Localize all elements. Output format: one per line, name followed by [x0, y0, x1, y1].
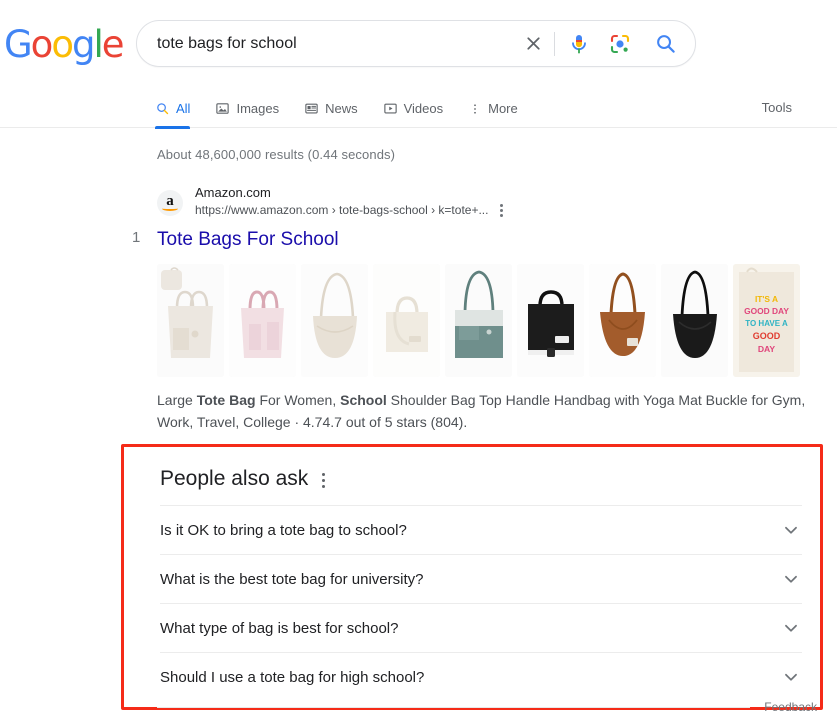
- snippet-part-bold: School: [340, 391, 387, 408]
- kebab-icon: [468, 102, 482, 116]
- result-rank-number: 1: [132, 229, 141, 246]
- paa-question-row[interactable]: Is it OK to bring a tote bag to school?: [160, 505, 802, 554]
- tab-more[interactable]: More: [468, 89, 518, 128]
- search-result-item: 1 a Amazon.com https://www.amazon.com › …: [132, 185, 837, 433]
- google-lens-icon[interactable]: [605, 29, 635, 59]
- svg-text:DAY: DAY: [758, 344, 776, 354]
- tab-news[interactable]: News: [304, 89, 358, 128]
- google-logo[interactable]: Google: [4, 23, 125, 66]
- result-site-meta: Amazon.com https://www.amazon.com › tote…: [195, 185, 505, 220]
- main-content: About 48,600,000 results (0.44 seconds) …: [0, 128, 837, 433]
- product-thumbnail[interactable]: [301, 263, 368, 377]
- search-nav-bar: All Images News Videos More Tools: [0, 89, 837, 129]
- result-options-kebab-icon[interactable]: [498, 201, 505, 220]
- svg-text:IT'S A: IT'S A: [755, 294, 778, 304]
- svg-text:GOOD: GOOD: [753, 331, 781, 341]
- video-icon: [383, 101, 398, 116]
- news-icon: [304, 101, 319, 116]
- svg-text:TO HAVE A: TO HAVE A: [745, 319, 788, 328]
- chevron-down-icon[interactable]: [780, 666, 802, 688]
- product-thumbnail[interactable]: [157, 263, 224, 377]
- product-thumbnail-graphic[interactable]: IT'S A GOOD DAY TO HAVE A GOOD DAY: [733, 263, 800, 377]
- search-icon[interactable]: [649, 28, 681, 60]
- result-url: https://www.amazon.com › tote-bags-schoo…: [195, 203, 489, 218]
- tab-more-label: More: [488, 101, 518, 116]
- people-also-ask-kebab-icon[interactable]: [322, 470, 326, 488]
- feedback-link[interactable]: Feedback: [764, 700, 817, 714]
- amazon-favicon: a: [157, 189, 183, 216]
- product-thumbnail[interactable]: [661, 263, 728, 377]
- result-site-row[interactable]: a Amazon.com https://www.amazon.com › to…: [157, 185, 837, 220]
- favicon-swoosh: [162, 206, 178, 211]
- result-title-link[interactable]: Tote Bags For School: [157, 228, 339, 253]
- paa-question-text: What type of bag is best for school?: [160, 619, 399, 637]
- paa-question-row[interactable]: What is the best tote bag for university…: [160, 554, 802, 603]
- logo-letter-2: o: [51, 23, 74, 66]
- people-also-ask-header: People also ask: [124, 447, 820, 505]
- product-thumbnail[interactable]: [589, 263, 656, 377]
- paa-question-row[interactable]: What type of bag is best for school?: [160, 603, 802, 652]
- product-thumbnail[interactable]: [229, 263, 296, 377]
- search-divider: [554, 31, 555, 56]
- image-icon: [215, 101, 230, 116]
- result-url-row: https://www.amazon.com › tote-bags-schoo…: [195, 201, 505, 220]
- tab-news-label: News: [325, 101, 358, 116]
- product-thumbnail[interactable]: [517, 263, 584, 377]
- people-also-ask-panel: People also ask Is it OK to bring a tote…: [121, 444, 823, 710]
- page-header: Google: [0, 0, 837, 90]
- logo-letter-0: G: [4, 23, 33, 66]
- result-stats: About 48,600,000 results (0.44 seconds): [157, 147, 396, 162]
- microphone-icon[interactable]: [565, 30, 593, 58]
- search-icon: [155, 101, 170, 116]
- logo-letter-4: l: [93, 23, 103, 66]
- paa-question-text: What is the best tote bag for university…: [160, 570, 424, 588]
- paa-question-text: Should I use a tote bag for high school?: [160, 668, 425, 686]
- chevron-down-icon[interactable]: [780, 617, 802, 639]
- logo-letter-5: e: [101, 23, 125, 66]
- search-bar[interactable]: [136, 20, 696, 67]
- logo-letter-1: o: [30, 23, 54, 66]
- paa-question-row[interactable]: Should I use a tote bag for high school?: [160, 652, 802, 701]
- tab-images-label: Images: [236, 101, 280, 116]
- nav-tabs: All Images News Videos More: [155, 89, 518, 129]
- tab-images[interactable]: Images: [215, 89, 279, 128]
- snippet-part: Large: [157, 391, 197, 408]
- logo-letter-3: g: [71, 23, 95, 66]
- feedback-divider: [157, 706, 751, 708]
- product-thumbnail[interactable]: [445, 263, 512, 377]
- search-input[interactable]: [137, 34, 518, 53]
- snippet-part-bold: Tote Bag: [196, 391, 256, 408]
- product-thumbnail[interactable]: [373, 263, 440, 377]
- tools-button[interactable]: Tools: [762, 100, 792, 115]
- chevron-down-icon[interactable]: [780, 519, 802, 541]
- snippet-part: For Women,: [255, 391, 341, 408]
- paa-question-text: Is it OK to bring a tote bag to school?: [160, 521, 407, 539]
- tab-all[interactable]: All: [155, 89, 191, 129]
- svg-text:GOOD DAY: GOOD DAY: [744, 306, 789, 316]
- people-also-ask-title: People also ask: [160, 467, 309, 490]
- feedback-row: Feedback: [157, 700, 817, 714]
- chevron-down-icon[interactable]: [780, 568, 802, 590]
- result-snippet: Large Tote Bag For Women, School Shoulde…: [157, 389, 829, 433]
- result-site-name: Amazon.com: [195, 185, 271, 200]
- close-icon[interactable]: [518, 29, 548, 59]
- tab-all-label: All: [176, 101, 191, 116]
- product-thumbnail-strip: IT'S A GOOD DAY TO HAVE A GOOD DAY: [157, 263, 837, 377]
- tab-videos[interactable]: Videos: [383, 89, 444, 128]
- tab-videos-label: Videos: [403, 101, 444, 116]
